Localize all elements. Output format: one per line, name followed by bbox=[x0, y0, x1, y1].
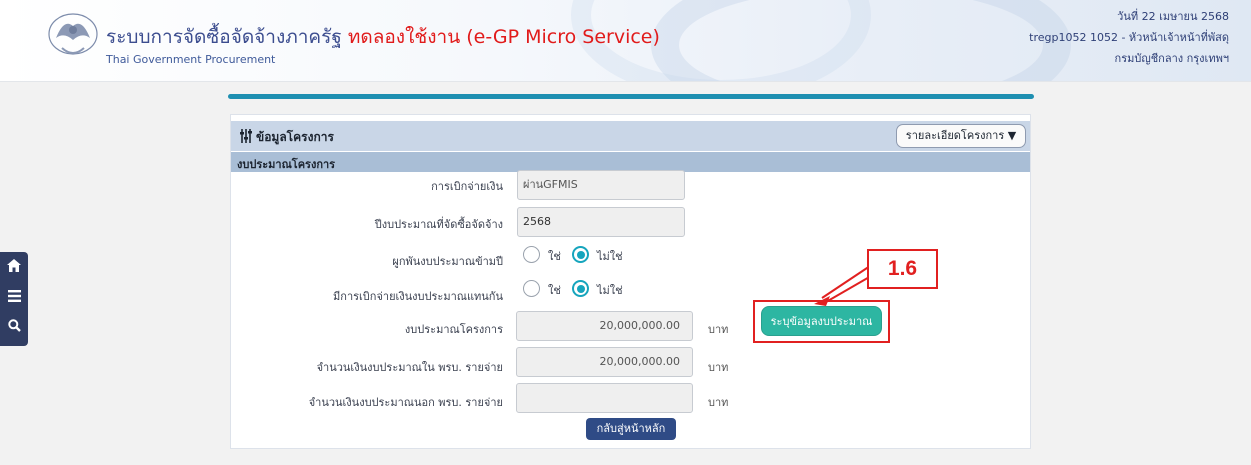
back-home-button[interactable]: กลับสู่หน้าหลัก bbox=[586, 418, 676, 440]
substitute-yes-radio[interactable] bbox=[523, 280, 540, 297]
budget-unit: บาท bbox=[708, 323, 729, 336]
multi-year-no-radio[interactable] bbox=[572, 246, 589, 263]
app-title-main: ระบบการจัดซื้อจัดจ้างภาครัฐ bbox=[106, 26, 348, 48]
section-header: งบประมาณโครงการ bbox=[231, 152, 1030, 172]
out-act-field[interactable] bbox=[516, 383, 693, 413]
annotation-callout: 1.6 bbox=[867, 249, 938, 289]
user-org: กรมบัญชีกลาง กรุงเทพฯ bbox=[1114, 52, 1229, 65]
progress-bar bbox=[228, 94, 1034, 99]
app-subtitle: Thai Government Procurement bbox=[106, 53, 276, 66]
out-act-label: จำนวนเงินงบประมาณนอก พรบ. รายจ่าย bbox=[308, 396, 503, 409]
project-details-dropdown[interactable]: รายละเอียดโครงการ ▼ bbox=[896, 124, 1026, 148]
menu-icon[interactable] bbox=[0, 282, 28, 312]
app-title: ระบบการจัดซื้อจัดจ้างภาครัฐ ทดลองใช้งาน … bbox=[106, 22, 660, 52]
disbursement-field[interactable]: ผ่านGFMIS bbox=[517, 170, 685, 200]
side-toolbar bbox=[0, 252, 28, 346]
budget-field[interactable]: 20,000,000.00 bbox=[516, 311, 693, 341]
fiscal-year-field[interactable]: 2568 bbox=[517, 207, 685, 237]
multi-year-label: ผูกพันงบประมาณข้ามปี bbox=[392, 255, 503, 268]
budget-label: งบประมาณโครงการ bbox=[404, 323, 503, 336]
in-act-field[interactable]: 20,000,000.00 bbox=[516, 347, 693, 377]
panel-title-text: ข้อมูลโครงการ bbox=[256, 130, 334, 144]
section-title: งบประมาณโครงการ bbox=[237, 158, 336, 171]
home-icon[interactable] bbox=[0, 252, 28, 282]
panel-title: ข้อมูลโครงการ bbox=[239, 128, 334, 147]
in-act-unit: บาท bbox=[708, 361, 729, 374]
substitute-yes-text: ใช่ bbox=[548, 284, 561, 297]
substitute-no-text: ไม่ใช่ bbox=[597, 284, 623, 297]
user-info: วันที่ 22 เมษายน 2568 tregp1052 1052 - ห… bbox=[1029, 6, 1229, 69]
multi-year-yes-radio[interactable] bbox=[523, 246, 540, 263]
annotation-highlight-box bbox=[753, 300, 890, 343]
current-date: วันที่ 22 เมษายน 2568 bbox=[1117, 10, 1229, 23]
multi-year-yes-text: ใช่ bbox=[548, 250, 561, 263]
substitute-no-radio[interactable] bbox=[572, 280, 589, 297]
sliders-icon bbox=[240, 129, 252, 143]
panel-header: ข้อมูลโครงการ รายละเอียดโครงการ ▼ bbox=[231, 121, 1030, 151]
user-name[interactable]: tregp1052 1052 - หัวหน้าเจ้าหน้าที่พัสดุ bbox=[1029, 27, 1229, 48]
app-header: ระบบการจัดซื้อจัดจ้างภาครัฐ ทดลองใช้งาน … bbox=[0, 0, 1251, 82]
fiscal-year-label: ปีงบประมาณที่จัดซื้อจัดจ้าง bbox=[374, 218, 503, 231]
app-title-trial: ทดลองใช้งาน (e-GP Micro Service) bbox=[347, 26, 660, 48]
substitute-label: มีการเบิกจ่ายเงินงบประมาณแทนกัน bbox=[333, 290, 503, 303]
disbursement-label: การเบิกจ่ายเงิน bbox=[431, 180, 503, 193]
search-icon[interactable] bbox=[0, 312, 28, 342]
in-act-label: จำนวนเงินงบประมาณใน พรบ. รายจ่าย bbox=[316, 361, 503, 374]
garuda-logo-icon bbox=[48, 13, 98, 55]
out-act-unit: บาท bbox=[708, 396, 729, 409]
multi-year-no-text: ไม่ใช่ bbox=[597, 250, 623, 263]
